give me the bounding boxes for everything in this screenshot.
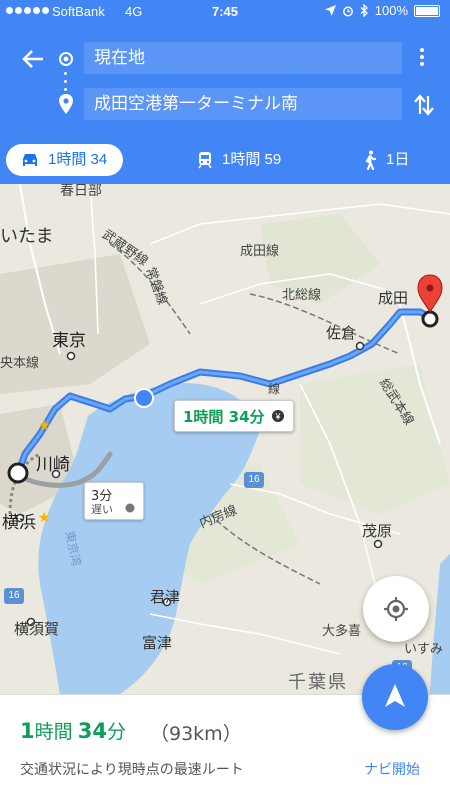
start-navigation-fab[interactable] [362,664,428,730]
star-icon: ★ [38,418,51,434]
back-arrow-icon[interactable] [22,49,44,69]
map-label-kimitsu: 君津 [150,589,181,606]
navigation-arrow-icon [385,684,405,707]
map-label-chuo: 央本線 [0,355,40,370]
map-label-narita-line: 成田線 [240,243,280,258]
route-map[interactable]: ★ ★ 春日部 いたま 武蔵野線 成田線 常磐線 北総線 成田 東京 佐倉 央本… [0,184,450,694]
map-label-isumi: いすみ [404,641,444,656]
map-label-otaki: 大多喜 [322,623,362,638]
route-traffic-note: 交通状況により現時点の最速ルート [20,762,244,778]
battery-percent: 100% [374,3,408,18]
bluetooth-icon [360,4,368,17]
map-label-hokuso: 北総線 [282,287,322,302]
svg-text:¥: ¥ [274,412,281,422]
alarm-icon [342,6,353,16]
battery-icon [414,4,440,17]
destination-field[interactable]: 成田空港第一ターミナル南 [84,88,402,120]
map-label-mobara: 茂原 [362,523,393,540]
alternate-route-callout[interactable]: 3分 遅い [84,482,144,520]
map-label-tokyo: 東京 [52,331,86,350]
route-start-marker[interactable] [7,462,29,484]
alternate-route-note: 遅い [91,503,113,516]
map-label-yokosuka: 横須賀 [14,621,60,638]
route-connector-dots [64,72,67,94]
toll-icon [125,503,135,513]
directions-header: 現在地 成田空港第一ターミナル南 [0,24,450,136]
walk-icon [365,150,377,170]
map-label-yokohama: 横浜 [2,513,36,532]
map-label-saitama: いたま [0,226,54,246]
map-label-futtsu: 富津 [142,635,173,652]
tab-transit-label: 1時間 59 [222,151,282,168]
star-icon: ★ [38,510,51,526]
map-label-kasukabe: 春日部 [60,184,102,198]
route-shield: 16 [4,588,24,604]
crosshair-icon [384,597,408,621]
route-shield: 16 [244,472,264,488]
location-arrow-icon [324,5,336,16]
route-waypoint-handle[interactable] [134,388,154,408]
route-time-callout[interactable]: 1時間 34分 ¥ [174,400,294,432]
route-duration: 1時間 34分 [20,719,126,743]
map-label-line: 線 [268,382,281,396]
route-time-callout-label: 1時間 34分 [183,407,265,426]
map-label-narita: 成田 [378,290,409,307]
train-icon [198,152,212,169]
origin-field[interactable]: 現在地 [84,42,402,74]
map-label-sakura: 佐倉 [326,325,357,342]
car-icon [23,154,37,166]
route-distance: （93km） [150,723,242,745]
tab-drive[interactable]: 1時間 34 [6,144,124,176]
travel-mode-tabs: 1時間 34 1時間 59 1日 [0,136,450,184]
more-options-icon[interactable] [420,48,424,66]
route-end-marker [421,310,439,328]
tab-transit[interactable]: 1時間 59 [196,144,281,176]
tab-walk[interactable]: 1日 [362,144,409,176]
map-label-kawasaki: 川崎 [36,455,70,474]
swap-icon[interactable] [414,94,434,116]
status-bar: SoftBank 4G 7:45 100% [0,0,450,24]
origin-dot-icon [59,52,73,66]
tab-walk-label: 1日 [386,151,410,168]
map-label-chiba-pref: 千葉県 [288,672,348,692]
tab-drive-label: 1時間 34 [48,151,108,168]
destination-pin-icon [59,94,73,114]
start-navigation-button[interactable]: ナビ開始 [364,759,420,779]
my-location-button[interactable] [363,576,429,642]
toll-icon: ¥ [271,410,284,422]
